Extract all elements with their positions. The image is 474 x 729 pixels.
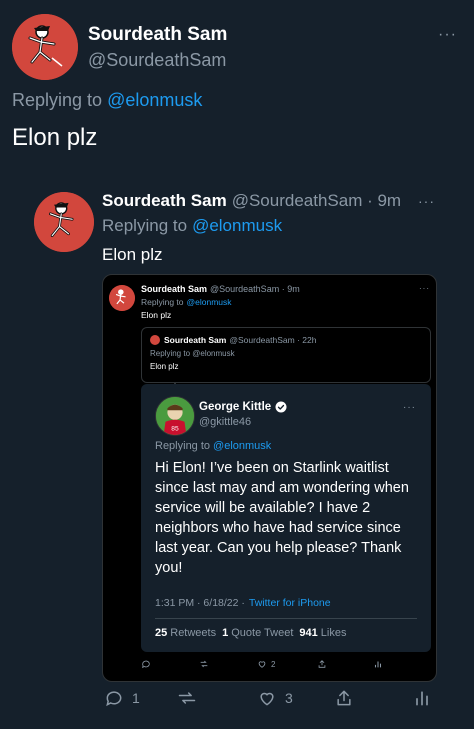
analytics-icon [416,691,428,706]
tweet-stats: 25 Retweets 1 Quote Tweet 941 Likes [155,627,352,639]
screenshot-action-bar: 2 [141,659,431,673]
skeleton-pirate-icon [34,192,94,252]
tweet-action-bar: 1 3 [0,688,474,716]
author-name: George Kittle [199,401,272,413]
author-name: Sourdeath Sam [164,335,227,345]
author-name[interactable]: Sourdeath Sam [102,191,227,211]
author-handle: @gkittle46 [199,416,252,428]
replying-to-label: Replying to [102,216,188,235]
tweet-source: Twitter for iPhone [248,597,331,609]
george-tweet-card: 85 George Kittle @gkittle46 ··· Replying… [141,384,431,652]
author-handle-time[interactable]: @SourdeathSam · 9m [232,191,401,211]
more-options-icon[interactable]: ··· [418,193,435,209]
reply-icon [106,691,122,707]
tweet-header: Sourdeath Sam @SourdeathSam · 9m [102,191,401,211]
replying-to-label: Replying to [155,440,211,452]
author-handle[interactable]: @SourdeathSam [88,50,226,71]
replying-to-label: Replying to [141,297,184,307]
reply-count: 1 [132,690,140,706]
like-count: 2 [271,659,276,669]
quotes-count: 1 [222,627,229,639]
more-options-icon: ··· [403,402,416,413]
heart-icon [258,661,266,668]
tweet-header: Sourdeath Sam @SourdeathSam · 22h [150,335,316,345]
tweet-text: Elon plz [141,310,172,320]
attached-image[interactable]: Sourdeath Sam @SourdeathSam · 9m ··· Rep… [102,274,437,682]
share-icon [317,659,327,669]
skeleton-pirate-icon [109,285,135,311]
likes-count: 941 [299,627,318,639]
retweet-button[interactable] [176,688,198,708]
tweet-meta: 1:31 PM · 6/18/22 · Twitter for iPhone [155,597,331,609]
more-options-icon[interactable]: ··· [438,26,457,44]
verified-badge-icon [275,401,287,413]
mention-link[interactable]: @elonmusk [107,90,202,111]
reply-icon [141,659,151,669]
avatar [109,285,135,311]
avatar [150,335,160,345]
tweet-text: Elon plz [102,245,163,264]
tweet-text: Hi Elon! I’ve been on Starlink waitlist … [155,460,409,576]
like-action: 2 [257,659,275,669]
reply-button[interactable]: 1 [104,688,140,708]
quotes-label: Quote Tweet [231,627,294,639]
like-button[interactable]: 3 [257,688,293,708]
avatar: 85 [155,396,195,436]
replying-to: Replying to @elonmusk [102,216,282,236]
replying-to-label: Replying to [12,90,103,110]
analytics-button[interactable] [412,688,432,708]
likes-label: Likes [320,627,347,639]
replying-to: Replying to @elonmusk [141,297,232,307]
retweet-icon [178,692,196,704]
avatar[interactable] [34,192,94,252]
share-button[interactable] [334,688,354,708]
tweet-timestamp: 1:31 PM · 6/18/22 · [155,597,245,609]
retweet-icon [199,659,209,669]
tweet-text: Elon plz [12,124,98,151]
heart-icon [260,692,274,706]
like-count: 3 [285,690,293,706]
replying-to: Replying to @elonmusk [150,349,235,358]
share-icon [337,690,351,706]
more-options-icon: ··· [419,284,430,293]
quoted-tweet-card: Sourdeath Sam @SourdeathSam · 22h Replyi… [141,327,431,383]
author-name[interactable]: Sourdeath Sam [88,24,227,46]
skeleton-pirate-icon [12,14,78,80]
author-handle-time: @SourdeathSam · 22h [229,335,317,345]
avatar[interactable] [12,14,78,80]
retweets-label: Retweets [170,627,217,639]
replying-to: Replying to @elonmusk [12,90,202,111]
replying-to: Replying to @elonmusk [155,440,271,452]
divider [155,618,417,619]
mention-link: @elonmusk [213,440,272,452]
tweet-header: Sourdeath Sam @SourdeathSam · 9m [141,284,300,294]
author-handle-time: @SourdeathSam · 9m [210,284,300,294]
mention-link[interactable]: @elonmusk [192,216,282,236]
mention-link: @elonmusk [186,297,232,307]
author-name: Sourdeath Sam [141,284,208,294]
football-player-icon: 85 [156,397,194,435]
svg-text:85: 85 [171,425,179,432]
tweet-text: Elon plz [150,362,179,371]
retweets-count: 25 [155,627,168,639]
author-name-row: George Kittle [199,401,287,413]
analytics-icon [373,659,383,669]
